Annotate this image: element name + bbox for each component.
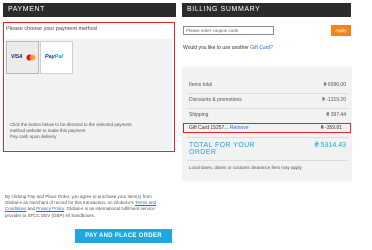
order-total-amount: ₴ 5314.43 (314, 142, 346, 149)
payment-option-visa-mastercard[interactable]: VISA (6, 41, 39, 74)
apply-coupon-button[interactable]: Apply (331, 25, 351, 36)
divider (187, 160, 348, 161)
pay-and-place-order-button[interactable]: PAY AND PLACE ORDER (75, 229, 172, 243)
row-label: Shipping (189, 112, 209, 118)
payment-header: PAYMENT (3, 3, 176, 17)
shipping-row: Shipping ₴ 397.44 (189, 112, 346, 122)
billing-summary-header: BILLING SUMMARY (182, 3, 351, 17)
conditions-link[interactable]: Conditions (5, 206, 26, 211)
paypal-logo-text-pal: Pal (54, 54, 64, 60)
payment-method-area: VISA PayPal Click the button below to be… (5, 39, 172, 150)
order-total-label: TOTAL FOR YOUR ORDER (189, 142, 255, 156)
row-amount: ₴ 397.44 (326, 112, 346, 118)
discounts-row: Discounts & promotions ₴ -1319.20 (189, 97, 346, 107)
gift-card-question: Would you like to use another Gift Card? (183, 45, 273, 51)
order-total-row: TOTAL FOR YOUR ORDER ₴ 5314.43 (189, 142, 346, 158)
disclaimer-text: . Global-e is an international fulfilmen… (63, 206, 155, 212)
terms-link[interactable]: Terms and (135, 200, 156, 205)
gift-card-amount: ₴ -359.81 (320, 125, 342, 131)
payment-prompt: Please choose your payment method (6, 26, 97, 32)
items-total-row: Items total ₴ 6596.00 (189, 82, 346, 92)
row-amount: ₴ 6596.00 (323, 82, 346, 88)
paypal-logo-text-pay: Pay (45, 54, 55, 60)
order-total-label-line: ORDER (189, 149, 217, 156)
divider (187, 93, 348, 94)
gift-card-link[interactable]: Gift Card? (250, 45, 273, 51)
divider (187, 108, 348, 109)
gift-card-number: Gift Card 15257... (189, 125, 230, 131)
gift-card-label: Gift Card 15257... Remove (189, 125, 248, 131)
disclaimer-line: Conditions and Privacy Policy. Global-e … (5, 206, 173, 212)
disclaimer-text: Global-e as merchant of record for this … (5, 200, 136, 206)
purchase-disclaimer: By clicking Pay and Place Order, you agr… (5, 194, 173, 219)
remove-gift-card-link[interactable]: Remove (230, 125, 249, 131)
tax-note: Local taxes, duties or customs clearance… (189, 165, 302, 170)
paypal-logo-icon: PayPal (45, 54, 63, 60)
divider (187, 137, 348, 138)
row-label: Discounts & promotions (189, 97, 242, 103)
disclaimer-text: and (26, 206, 37, 212)
disclaimer-line: provider to SFCC DEV (GBP) All Sandboxes… (5, 212, 96, 218)
payment-method-panel: Please choose your payment method VISA P… (3, 22, 175, 152)
instruction-line: Pay cash upon delivery (10, 134, 57, 139)
privacy-policy-link[interactable]: Privacy Policy (36, 206, 64, 211)
payment-option-paypal[interactable]: PayPal (40, 41, 73, 74)
gift-card-question-text: Would you like to use another (183, 45, 251, 51)
gift-card-row: Gift Card 15257... Remove ₴ -359.81 (183, 123, 351, 133)
mastercard-logo-icon (26, 54, 36, 61)
row-label: Items total (189, 82, 213, 88)
order-total-label-line: TOTAL FOR YOUR (189, 142, 256, 149)
payment-instructions: Click the button below to be directed to… (10, 122, 160, 140)
visa-logo-icon: VISA (11, 54, 23, 60)
coupon-code-input[interactable] (183, 26, 274, 35)
row-amount: ₴ -1319.20 (322, 97, 346, 103)
